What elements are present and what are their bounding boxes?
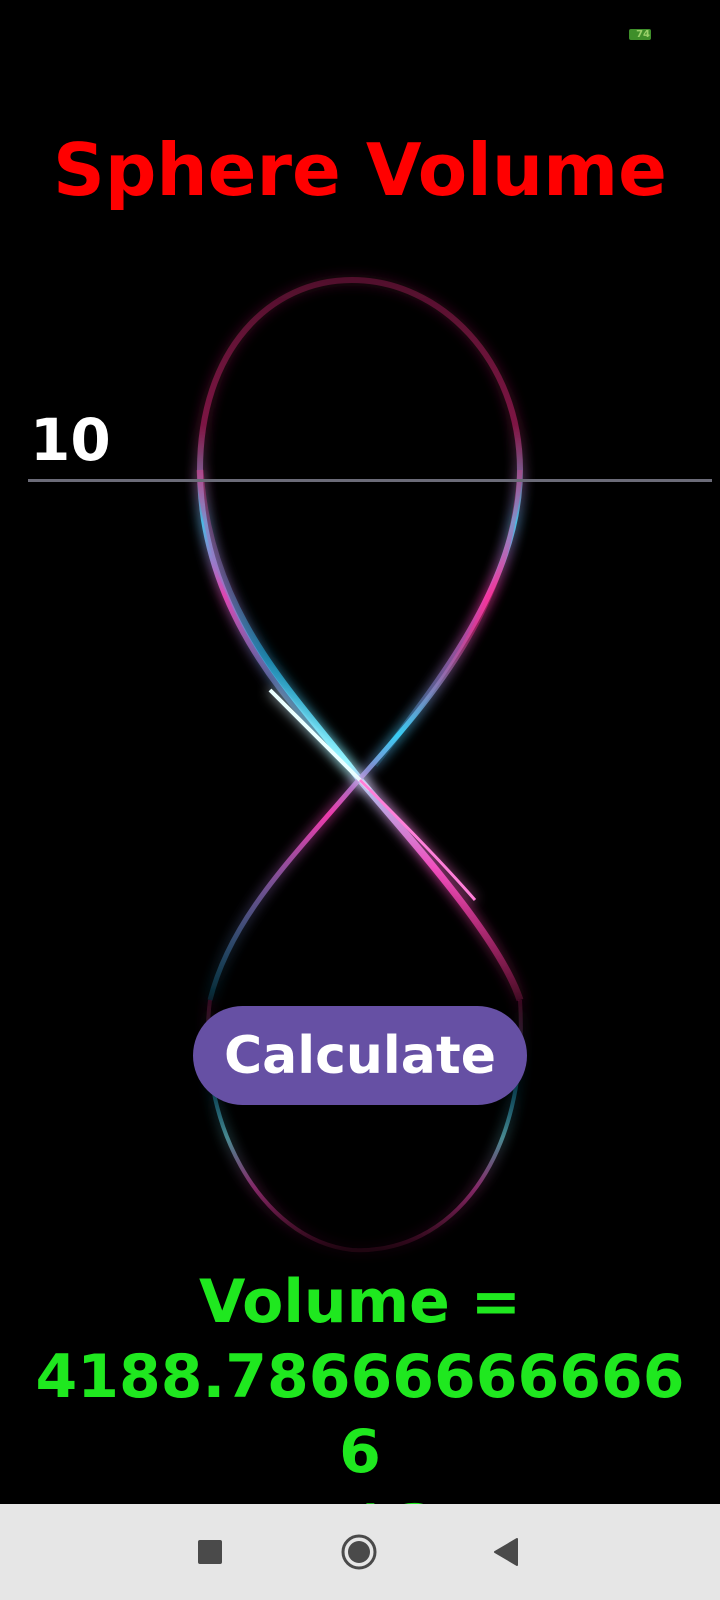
square-icon (198, 1540, 222, 1564)
result-line-value: 4188.786666666666 (35, 1342, 685, 1487)
circle-icon (341, 1534, 377, 1570)
triangle-back-icon (494, 1538, 518, 1566)
nav-back-button[interactable] (466, 1504, 546, 1600)
battery-icon: 74 (629, 29, 651, 40)
page-title: Sphere Volume (53, 128, 667, 212)
nav-home-button[interactable] (319, 1504, 399, 1600)
result-line-label: Volume = (198, 1267, 522, 1337)
radius-input[interactable] (28, 400, 712, 482)
app-screen: 74 Sphere Volume 10 Calculate Volume = 4… (0, 0, 720, 1600)
system-nav-bar (0, 1504, 720, 1600)
calculate-button[interactable]: Calculate (193, 1006, 527, 1105)
nav-recents-button[interactable] (170, 1504, 250, 1600)
status-bar: 74 (0, 0, 720, 60)
